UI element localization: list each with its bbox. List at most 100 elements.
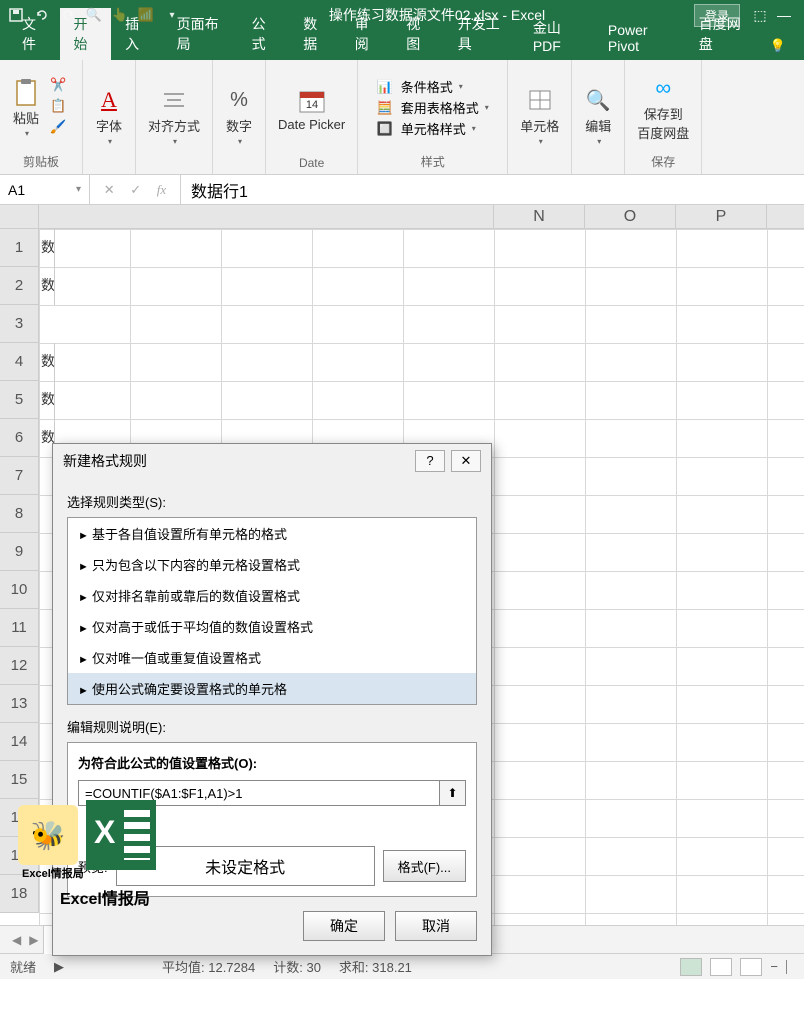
view-break-icon[interactable] [740,958,762,976]
chevron-down-icon: ▾ [238,137,242,146]
tab-data[interactable]: 数据 [289,8,341,60]
cell-partial[interactable]: 数 [39,343,55,381]
row-header[interactable]: 3 [0,305,39,343]
cell-style-button[interactable]: 🔲单元格样式▾ [377,119,489,138]
column-header[interactable] [39,205,494,228]
conditional-format-button[interactable]: 📊条件格式▾ [377,77,489,96]
rule-type-item[interactable]: 使用公式确定要设置格式的单元格 [68,673,476,704]
formula-input[interactable]: 数据行1 [180,175,804,204]
row-header[interactable]: 6 [0,419,39,457]
cancel-formula-icon[interactable]: ✕ [104,182,115,198]
table-format-icon: 🧮 [377,100,397,116]
ribbon: 粘贴 ▾ ✂️ 📋 🖌️ 剪贴板 A 字体 ▾ 对齐方式 ▾ [0,60,804,175]
rule-type-item[interactable]: 仅对高于或低于平均值的数值设置格式 [68,611,476,642]
spreadsheet-grid[interactable]: N O P 123456789101112131415161718 数 数 数 … [0,205,804,925]
help-button[interactable]: ? [415,450,445,472]
range-picker-icon[interactable]: ⬆ [439,781,465,805]
row-header[interactable]: 15 [0,761,39,799]
view-layout-icon[interactable] [710,958,732,976]
row-header[interactable]: 4 [0,343,39,381]
sheet-nav-prev-icon[interactable]: ◀ [12,933,21,947]
wifi-icon[interactable]: 📶 [138,7,154,23]
cell-partial[interactable]: 数 [39,229,55,267]
row-header[interactable]: 2 [0,267,39,305]
row-header[interactable]: 14 [0,723,39,761]
ok-button[interactable]: 确定 [303,911,385,941]
name-box[interactable]: A1▾ [0,175,90,204]
qat-dropdown-icon[interactable]: ▾ [164,7,180,23]
redo-icon[interactable] [60,7,76,23]
tab-baidu[interactable]: 百度网盘 [685,8,760,60]
date-group-label: Date [274,154,349,172]
rule-type-item[interactable]: 基于各自值设置所有单元格的格式 [68,518,476,549]
cancel-button[interactable]: 取消 [395,911,477,941]
format-button[interactable]: 格式(F)... [383,850,466,882]
macro-icon[interactable]: ▶ [54,959,64,975]
row-header[interactable]: 5 [0,381,39,419]
tab-formulas[interactable]: 公式 [238,8,290,60]
column-header[interactable]: O [585,205,676,228]
undo-icon[interactable] [34,7,50,23]
cut-icon[interactable]: ✂️ [50,77,74,97]
cell-partial[interactable]: 数 [39,381,55,419]
styles-group-label: 样式 [366,151,499,172]
number-button[interactable]: % 数字 ▾ [221,84,257,148]
column-header[interactable]: N [494,205,585,228]
datepicker-button[interactable]: 14 Date Picker [274,85,349,134]
minimize-icon[interactable]: — [772,7,796,23]
fx-icon[interactable]: fx [157,182,166,198]
align-button[interactable]: 对齐方式 ▾ [144,84,204,148]
format-painter-icon[interactable]: 🖌️ [50,119,74,139]
rule-type-item[interactable]: 仅对唯一值或重复值设置格式 [68,642,476,673]
table-format-button[interactable]: 🧮套用表格格式▾ [377,98,489,117]
rule-type-item[interactable]: 只为包含以下内容的单元格设置格式 [68,549,476,580]
row-header[interactable]: 11 [0,609,39,647]
chevron-down-icon: ▾ [539,137,543,146]
row-header[interactable]: 9 [0,533,39,571]
cells-button[interactable]: 单元格 ▾ [516,84,563,148]
rule-desc-label: 编辑规则说明(E): [67,717,477,736]
cells-label: 单元格 [520,116,559,135]
row-header[interactable]: 13 [0,685,39,723]
preview-icon[interactable]: 🔍 [86,7,102,23]
row-header[interactable]: 8 [0,495,39,533]
datepicker-label: Date Picker [278,117,345,132]
zoom-out-icon[interactable]: − [770,959,778,974]
tab-review[interactable]: 审阅 [341,8,393,60]
dialog-titlebar[interactable]: 新建格式规则 ? ✕ [53,444,491,478]
sheet-nav-next-icon[interactable]: ▶ [29,933,38,947]
ribbon-tabs: 文件 开始 插入 页面布局 公式 数据 审阅 视图 开发工具 金山PDF Pow… [0,30,804,60]
select-all-corner[interactable] [0,205,39,229]
copy-icon[interactable]: 📋 [50,98,74,118]
row-header[interactable]: 10 [0,571,39,609]
chevron-down-icon: ▾ [173,137,177,146]
paste-button[interactable]: 粘贴 ▾ [8,76,44,140]
tab-devtools[interactable]: 开发工具 [444,8,519,60]
touch-icon[interactable]: 👆 [112,7,128,23]
save-cloud-button[interactable]: ∞ 保存到 百度网盘 [633,72,693,144]
column-header[interactable]: P [676,205,767,228]
search-icon: 🔍 [584,86,612,114]
tell-me-icon[interactable]: 💡 [760,32,796,60]
tab-kspdf[interactable]: 金山PDF [519,12,594,60]
row-header[interactable]: 1 [0,229,39,267]
tab-powerpivot[interactable]: Power Pivot [594,16,685,60]
column-headers: N O P [39,205,804,229]
close-button[interactable]: ✕ [451,450,481,472]
editing-label: 编辑 [585,116,611,135]
view-normal-icon[interactable] [680,958,702,976]
save-icon[interactable] [8,7,24,23]
cell-partial[interactable]: 数 [39,267,55,305]
zoom-slider[interactable] [786,960,794,974]
row-header[interactable]: 12 [0,647,39,685]
editing-button[interactable]: 🔍 编辑 ▾ [580,84,616,148]
status-sum: 求和: 318.21 [339,957,412,976]
font-button[interactable]: A 字体 ▾ [91,84,127,148]
cloud-icon: ∞ [649,74,677,102]
tab-view[interactable]: 视图 [392,8,444,60]
row-header[interactable]: 7 [0,457,39,495]
rule-type-item[interactable]: 仅对排名靠前或靠后的数值设置格式 [68,580,476,611]
chevron-down-icon[interactable]: ▾ [76,184,81,195]
accept-formula-icon[interactable]: ✓ [130,182,141,198]
rule-type-list[interactable]: 基于各自值设置所有单元格的格式只为包含以下内容的单元格设置格式仅对排名靠前或靠后… [67,517,477,705]
